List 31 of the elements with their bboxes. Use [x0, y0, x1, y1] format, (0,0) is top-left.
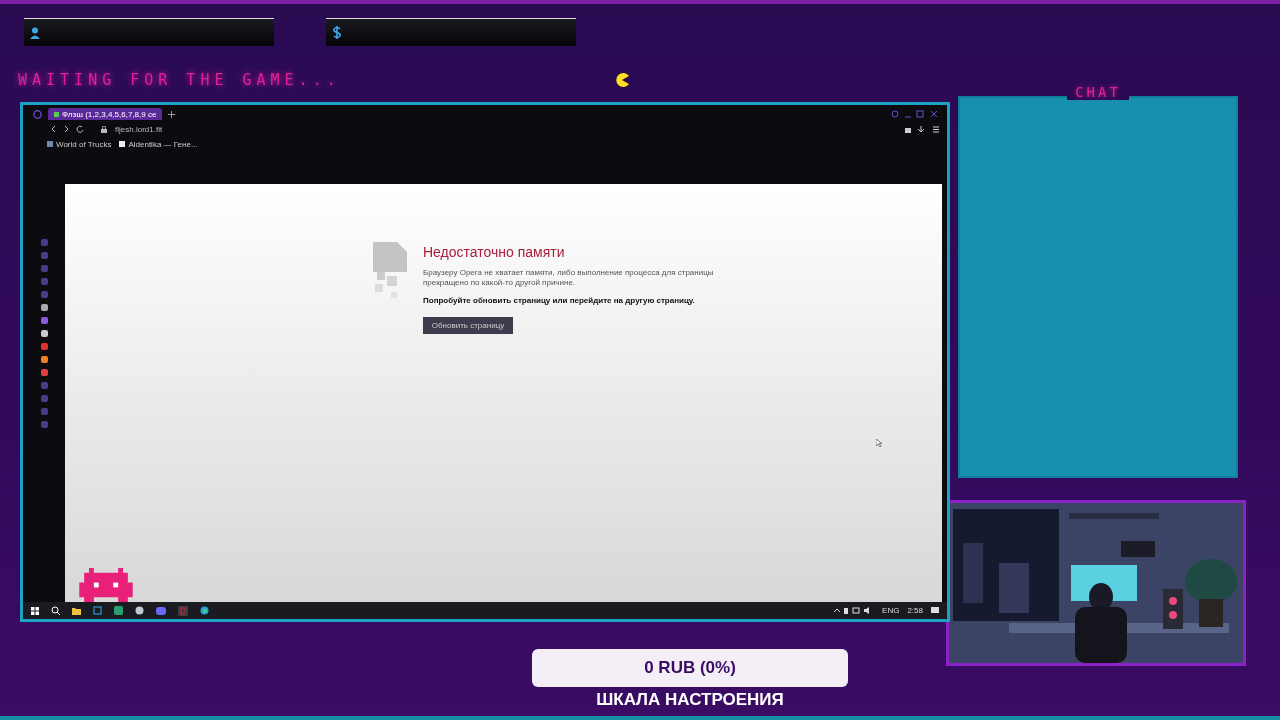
bookmark[interactable]: Aldentika — Гене... — [119, 139, 198, 149]
chat-app-icon[interactable] — [156, 606, 166, 615]
error-message: Браузеру Opera не хватает памяти, либо выполнение процесса для страницы прекращено по какой-то другой причине. — [423, 268, 715, 288]
error-hint: Попробуйте обновить страницу или перейдите на другую страницу. — [423, 296, 696, 305]
chat-title: CHAT — [1067, 84, 1129, 100]
goal-caption: ШКАЛА НАСТРОЕНИЯ — [596, 690, 784, 710]
app-icon[interactable] — [93, 606, 102, 615]
folder-icon[interactable] — [72, 606, 81, 615]
status-text: WAITING FOR THE GAME... — [18, 71, 342, 89]
search-icon[interactable] — [51, 606, 60, 615]
toolbar-icons[interactable] — [905, 125, 939, 133]
pacman-icon — [614, 72, 630, 88]
start-icon[interactable] — [31, 606, 39, 615]
user-icon — [30, 26, 40, 39]
language-indicator[interactable]: ENG — [882, 606, 900, 615]
bookmark[interactable]: World of Trucks — [47, 139, 112, 149]
reload-page-button[interactable]: Обновить страницу — [423, 317, 513, 334]
goal-label: 0 RUB (0%) — [644, 658, 736, 678]
app-icon[interactable] — [178, 605, 188, 616]
lock-icon — [101, 125, 107, 133]
cursor-icon — [876, 439, 882, 447]
new-tab-icon[interactable] — [168, 110, 176, 118]
dollar-icon — [332, 26, 342, 39]
error-title: Недостаточно памяти — [423, 244, 566, 260]
browser-tab[interactable]: Флэш (1,2,3,4,5,6,7,8,9 се — [48, 108, 163, 120]
notification-icon[interactable] — [931, 607, 939, 614]
space-invader-icon — [79, 568, 133, 602]
address-field[interactable]: fljesh.lord1.fit — [115, 124, 163, 134]
app-icon[interactable] — [114, 606, 123, 615]
browser-logo-icon — [33, 109, 42, 119]
clock[interactable]: 2:58 — [907, 606, 923, 615]
